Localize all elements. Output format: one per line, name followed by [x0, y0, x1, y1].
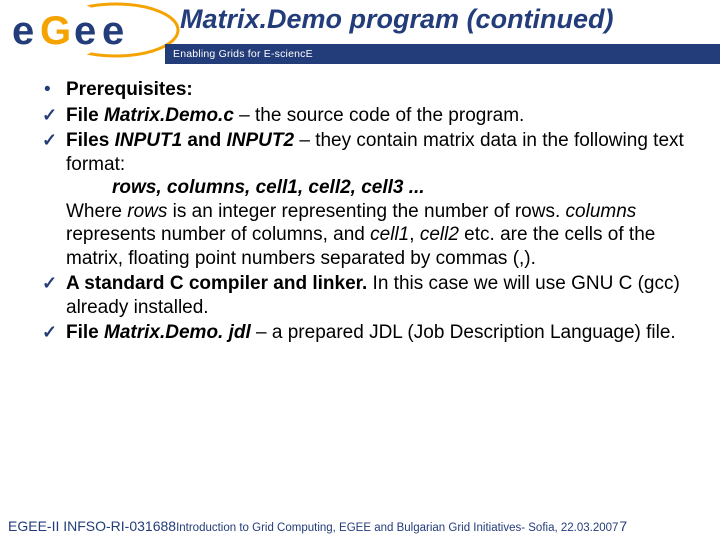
- text: represents number of columns, and: [66, 224, 370, 245]
- var: columns: [566, 201, 637, 222]
- text: ,: [409, 224, 420, 245]
- filename: Matrix.Demo.c: [104, 105, 234, 126]
- egee-logo: e G e e: [6, 2, 181, 64]
- title-post: Demo program (continued): [267, 4, 614, 34]
- text: Files: [66, 130, 115, 151]
- footer-center: Introduction to Grid Computing, EGEE and…: [176, 522, 618, 534]
- list-item: Prerequisites:: [40, 78, 690, 102]
- filename: Matrix.Demo. jdl: [104, 322, 251, 343]
- prereq-label: Prerequisites:: [66, 79, 193, 100]
- text: Where: [66, 201, 127, 222]
- filename: INPUT1: [115, 130, 183, 151]
- filename: INPUT2: [227, 130, 295, 151]
- list-item: A standard C compiler and linker. In thi…: [40, 272, 690, 319]
- var: rows: [127, 201, 167, 222]
- text: – a prepared JDL (Job Description Langua…: [251, 322, 676, 343]
- text: File: [66, 105, 104, 126]
- svg-text:G: G: [40, 9, 71, 53]
- var: cell1: [370, 224, 409, 245]
- slide-footer: EGEE-II INFSO-RI-031688 Introduction to …: [0, 512, 720, 540]
- footer-left: EGEE-II INFSO-RI-031688: [8, 518, 176, 534]
- text: is an integer representing the number of…: [167, 201, 565, 222]
- text: File: [66, 322, 104, 343]
- title-pre: Matrix.: [180, 4, 267, 34]
- svg-text:e: e: [102, 9, 124, 53]
- format-line: rows, columns, cell1, cell2, cell3 ...: [112, 176, 690, 200]
- slide: e G e e Matrix.Demo program (continued) …: [0, 0, 720, 540]
- svg-text:e: e: [74, 9, 96, 53]
- explain-block: Where rows is an integer representing th…: [66, 200, 690, 271]
- tagline-text: Enabling Grids for E-sciencE: [173, 48, 313, 60]
- list-item: File Matrix.Demo.c – the source code of …: [40, 104, 690, 128]
- text: A standard C compiler and linker.: [66, 273, 367, 294]
- svg-text:e: e: [12, 9, 34, 53]
- slide-body: Prerequisites: File Matrix.Demo.c – the …: [0, 68, 720, 512]
- list-item: Files INPUT1 and INPUT2 – they contain m…: [40, 129, 690, 270]
- slide-title: Matrix.Demo program (continued): [180, 4, 712, 35]
- var: cell2: [420, 224, 459, 245]
- text: and: [182, 130, 226, 151]
- text: – the source code of the program.: [234, 105, 524, 126]
- tagline-bar: Enabling Grids for E-sciencE: [165, 44, 720, 64]
- list-item: File Matrix.Demo. jdl – a prepared JDL (…: [40, 321, 690, 345]
- content-list: Prerequisites: File Matrix.Demo.c – the …: [40, 78, 690, 345]
- page-number: 7: [619, 518, 627, 534]
- slide-header: e G e e Matrix.Demo program (continued) …: [0, 0, 720, 68]
